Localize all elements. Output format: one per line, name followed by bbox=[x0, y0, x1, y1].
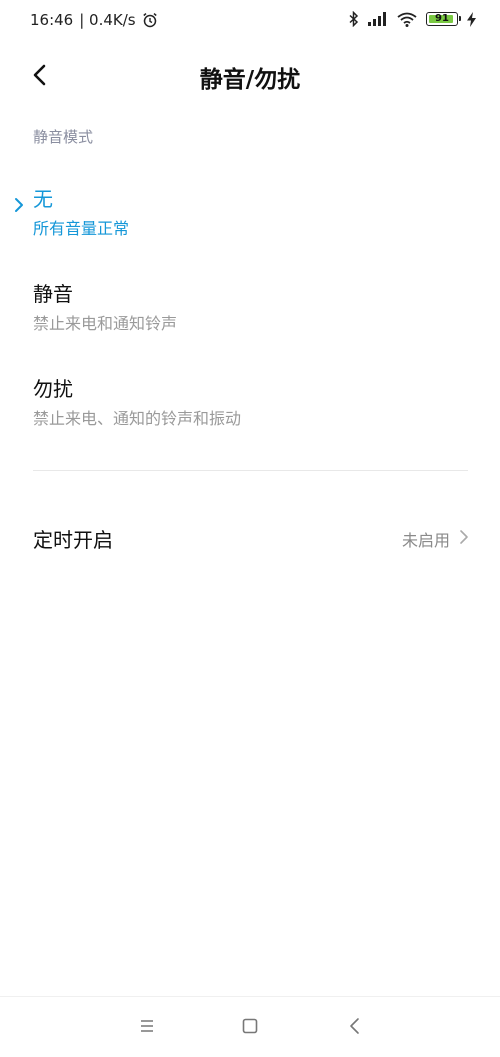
menu-icon[interactable] bbox=[132, 1011, 162, 1041]
option-title: 无 bbox=[33, 187, 53, 211]
bluetooth-icon bbox=[349, 11, 359, 27]
status-left: 16:46 | 0.4K/s bbox=[30, 11, 158, 29]
selected-chevron-icon bbox=[15, 198, 23, 212]
schedule-row[interactable]: 定时开启 未启用 bbox=[0, 515, 500, 559]
status-network-speed: | 0.4K/s bbox=[79, 11, 136, 29]
page-title: 静音/勿扰 bbox=[199, 67, 301, 93]
charging-bolt-icon bbox=[467, 11, 476, 27]
back-triangle-icon[interactable] bbox=[340, 1011, 370, 1041]
option-silent[interactable]: 静音 禁止来电和通知铃声 bbox=[0, 278, 500, 358]
home-square-icon[interactable] bbox=[235, 1011, 265, 1041]
battery-indicator: 91 bbox=[426, 12, 461, 26]
option-description: 所有音量正常 bbox=[33, 219, 130, 238]
option-none[interactable]: 无 所有音量正常 bbox=[0, 183, 500, 263]
alarm-clock-icon bbox=[142, 13, 157, 28]
navigation-bar bbox=[0, 996, 500, 1057]
section-label: 静音模式 bbox=[33, 128, 94, 146]
divider bbox=[33, 470, 468, 471]
option-title: 静音 bbox=[33, 282, 73, 306]
status-bar: 16:46 | 0.4K/s 91 bbox=[0, 0, 500, 40]
cellular-signal-icon bbox=[368, 12, 386, 26]
option-do-not-disturb[interactable]: 勿扰 禁止来电、通知的铃声和振动 bbox=[0, 373, 500, 453]
option-title: 勿扰 bbox=[33, 377, 73, 401]
schedule-value: 未启用 bbox=[401, 531, 450, 550]
status-time: 16:46 bbox=[30, 11, 74, 29]
status-right: 91 bbox=[349, 11, 476, 27]
chevron-right-icon bbox=[460, 530, 468, 544]
option-description: 禁止来电、通知的铃声和振动 bbox=[33, 409, 242, 428]
wifi-icon bbox=[397, 12, 417, 27]
option-description: 禁止来电和通知铃声 bbox=[33, 314, 178, 333]
header: 静音/勿扰 bbox=[0, 50, 500, 102]
battery-level: 91 bbox=[435, 13, 449, 24]
schedule-label: 定时开启 bbox=[33, 528, 113, 552]
